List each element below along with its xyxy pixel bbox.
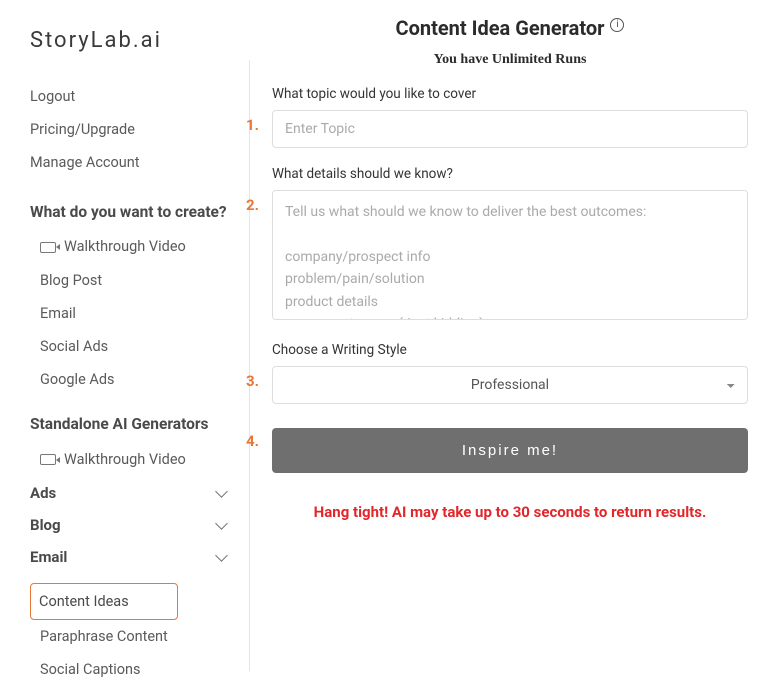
main-content: Content Idea Generator i You have Unlimi… xyxy=(250,0,770,671)
nav-content-ideas[interactable]: Content Ideas xyxy=(30,583,178,620)
nav-email[interactable]: Email xyxy=(30,297,249,330)
nav-walkthrough-video[interactable]: Walkthrough Video xyxy=(30,230,249,263)
step-number-4: 4. xyxy=(246,432,259,450)
create-heading: What do you want to create? xyxy=(30,202,249,223)
nav-item-label: Walkthrough Video xyxy=(64,235,186,258)
manage-account-link[interactable]: Manage Account xyxy=(30,146,249,179)
step-number-1: 1. xyxy=(246,116,259,134)
pricing-link[interactable]: Pricing/Upgrade xyxy=(30,113,249,146)
nav-collapse-label: Ads xyxy=(30,484,56,502)
logout-link[interactable]: Logout xyxy=(30,80,249,113)
nav-collapse-label: Email xyxy=(30,548,67,566)
runs-subtitle: You have Unlimited Runs xyxy=(272,52,748,68)
video-icon xyxy=(40,242,56,253)
sidebar: Logout Pricing/Upgrade Manage Account Wh… xyxy=(0,60,250,671)
nav-collapse-label: Blog xyxy=(30,516,61,534)
nav-item-label: Email xyxy=(40,302,76,325)
nav-collapse-ads[interactable]: Ads xyxy=(30,477,249,509)
chevron-down-icon xyxy=(215,486,229,500)
style-label: Choose a Writing Style xyxy=(272,342,748,358)
standalone-heading: Standalone AI Generators xyxy=(30,414,249,435)
inspire-button[interactable]: Inspire me! xyxy=(272,428,748,473)
account-nav: Logout Pricing/Upgrade Manage Account xyxy=(30,80,249,180)
nav-item-label: Google Ads xyxy=(40,368,115,391)
nav-social-captions[interactable]: Social Captions xyxy=(30,653,249,686)
app-logo: StoryLab.ai xyxy=(30,28,162,53)
details-label: What details should we know? xyxy=(272,166,748,182)
wait-message: Hang tight! AI may take up to 30 seconds… xyxy=(272,501,748,524)
step-number-3: 3. xyxy=(246,372,259,390)
topic-label: What topic would you like to cover xyxy=(272,86,748,102)
nav-blog-post[interactable]: Blog Post xyxy=(30,264,249,297)
nav-item-label: Social Ads xyxy=(40,335,108,358)
chevron-down-icon xyxy=(215,518,229,532)
details-textarea[interactable] xyxy=(272,190,748,320)
style-select[interactable]: Professional xyxy=(272,366,748,404)
nav-collapse-email[interactable]: Email xyxy=(30,541,249,573)
nav-item-label: Social Captions xyxy=(40,658,141,681)
nav-item-label: Walkthrough Video xyxy=(64,448,186,471)
nav-collapse-blog[interactable]: Blog xyxy=(30,509,249,541)
nav-google-ads[interactable]: Google Ads xyxy=(30,363,249,396)
chevron-down-icon xyxy=(215,550,229,564)
nav-social-ads[interactable]: Social Ads xyxy=(30,330,249,363)
nav-item-label: Paraphrase Content xyxy=(40,625,168,648)
video-icon xyxy=(40,454,56,465)
topic-input[interactable] xyxy=(272,110,748,148)
info-icon[interactable]: i xyxy=(610,18,624,32)
step-number-2: 2. xyxy=(246,196,259,214)
nav-item-label: Content Ideas xyxy=(39,590,129,613)
page-title: Content Idea Generator xyxy=(396,16,605,40)
nav-paraphrase[interactable]: Paraphrase Content xyxy=(30,620,249,653)
nav-item-label: Blog Post xyxy=(40,269,102,292)
nav-standalone-walkthrough[interactable]: Walkthrough Video xyxy=(30,443,249,476)
